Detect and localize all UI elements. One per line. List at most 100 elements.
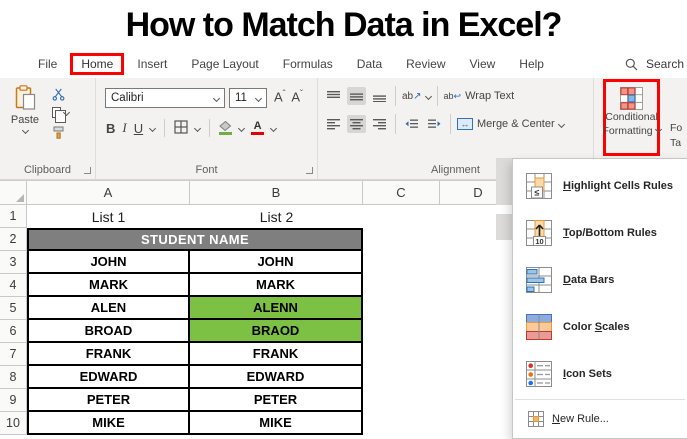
format-painter-button[interactable] xyxy=(52,126,65,139)
align-center-button[interactable] xyxy=(347,115,366,133)
merge-center-button[interactable]: Merge & Center xyxy=(477,118,555,130)
cell-a1[interactable]: List 1 xyxy=(27,205,190,228)
cell-a6[interactable]: BROAD xyxy=(27,320,190,343)
paste-label: Paste xyxy=(10,114,40,126)
menu-item-label: New Rule... xyxy=(552,412,609,425)
wrap-text-button[interactable]: Wrap Text xyxy=(465,90,514,102)
row-header-5[interactable]: 5 xyxy=(0,297,27,320)
cell-b8[interactable]: EDWARD xyxy=(190,366,363,389)
clipboard-dialog-launcher[interactable] xyxy=(84,167,91,174)
cell-a7[interactable]: FRANK xyxy=(27,343,190,366)
orientation-chevron-icon xyxy=(424,92,432,100)
search-box[interactable]: Search xyxy=(625,57,687,71)
row-header-9[interactable]: 9 xyxy=(0,389,27,412)
student-name-banner[interactable]: STUDENT NAME xyxy=(27,228,363,251)
copy-icon xyxy=(52,107,66,123)
font-name-select[interactable]: Calibri xyxy=(105,88,225,108)
borders-button[interactable] xyxy=(174,119,188,137)
menu-item-top-bottom-rules[interactable]: 10 Top/Bottom Rules xyxy=(513,209,687,256)
font-group: Calibri 11 Aˆ Aˇ B I U A Font xyxy=(96,78,318,179)
format-as-table-button-clipped[interactable]: Fo Ta xyxy=(670,121,687,151)
row-header-3[interactable]: 3 xyxy=(0,251,27,274)
column-header-c[interactable]: C xyxy=(363,181,440,204)
row-header-2[interactable]: 2 xyxy=(0,228,27,251)
conditional-formatting-label-2: Formatting xyxy=(602,124,662,138)
font-color-button[interactable]: A xyxy=(251,121,265,135)
tab-formulas[interactable]: Formulas xyxy=(283,57,333,71)
paste-button[interactable]: Paste xyxy=(5,85,45,138)
italic-button[interactable]: I xyxy=(122,120,126,136)
tab-review[interactable]: Review xyxy=(406,57,445,71)
menu-edge-artifact xyxy=(496,158,512,205)
align-right-button[interactable] xyxy=(370,115,389,133)
decrease-indent-button[interactable] xyxy=(402,115,421,133)
select-all-corner[interactable] xyxy=(0,181,27,204)
row-header-1[interactable]: 1 xyxy=(0,205,27,228)
menu-item-data-bars[interactable]: Data Bars xyxy=(513,256,687,303)
align-left-button[interactable] xyxy=(324,115,343,133)
cell-a8[interactable]: EDWARD xyxy=(27,366,190,389)
tab-insert[interactable]: Insert xyxy=(137,57,167,71)
align-bottom-button[interactable] xyxy=(370,87,389,105)
highlight-cells-rules-icon: ≤ xyxy=(526,172,552,199)
cell-b3[interactable]: JOHN xyxy=(190,251,363,274)
underline-button[interactable]: U xyxy=(134,121,143,136)
column-header-b[interactable]: B xyxy=(190,181,363,204)
cut-button[interactable] xyxy=(52,88,65,101)
row-header-6[interactable]: 6 xyxy=(0,320,27,343)
cell-b7[interactable]: FRANK xyxy=(190,343,363,366)
copy-button[interactable] xyxy=(52,107,71,123)
data-bars-icon xyxy=(526,266,552,293)
menu-item-color-scales[interactable]: Color Scales xyxy=(513,303,687,350)
tab-home[interactable]: Home xyxy=(70,53,125,75)
align-top-button[interactable] xyxy=(324,87,343,105)
icon-sets-icon xyxy=(526,360,552,387)
cell-a4[interactable]: MARK xyxy=(27,274,190,297)
cell-a5[interactable]: ALEN xyxy=(27,297,190,320)
orientation-button[interactable]: ab↗ xyxy=(402,91,422,102)
shrink-font-button[interactable]: Aˇ xyxy=(291,89,302,104)
font-dialog-launcher[interactable] xyxy=(306,167,313,174)
cell-b9[interactable]: PETER xyxy=(190,389,363,412)
cell-b4[interactable]: MARK xyxy=(190,274,363,297)
tab-help[interactable]: Help xyxy=(519,57,544,71)
menu-item-new-rule[interactable]: New Rule... xyxy=(513,402,687,435)
increase-indent-button[interactable] xyxy=(425,115,444,133)
align-middle-button[interactable] xyxy=(347,87,366,105)
menu-item-icon-sets[interactable]: Icon Sets xyxy=(513,350,687,397)
search-label: Search xyxy=(646,57,685,71)
cell-a3[interactable]: JOHN xyxy=(27,251,190,274)
conditional-formatting-button[interactable]: Conditional Formatting xyxy=(602,79,662,156)
cell-b5-highlighted[interactable]: ALENN xyxy=(190,297,363,320)
bold-button[interactable]: B xyxy=(106,121,115,136)
menu-item-label: Icon Sets xyxy=(563,367,612,380)
row-header-8[interactable]: 8 xyxy=(0,366,27,389)
scissors-icon xyxy=(52,88,65,101)
grow-font-button[interactable]: Aˆ xyxy=(274,89,285,104)
row-header-10[interactable]: 10 xyxy=(0,412,27,435)
merge-center-icon: ↔ xyxy=(457,118,473,130)
font-size-select[interactable]: 11 xyxy=(229,88,267,108)
tab-data[interactable]: Data xyxy=(357,57,382,71)
menu-edge-artifact xyxy=(496,214,512,240)
tab-page-layout[interactable]: Page Layout xyxy=(191,57,258,71)
fill-color-button[interactable] xyxy=(219,121,233,135)
menu-item-highlight-cells-rules[interactable]: ≤ Highlight Cells Rules xyxy=(513,162,687,209)
cell-b10[interactable]: MIKE xyxy=(190,412,363,435)
tab-file[interactable]: File xyxy=(38,57,57,71)
cell-b6-highlighted[interactable]: BRAOD xyxy=(190,320,363,343)
font-size-value: 11 xyxy=(235,92,247,104)
menu-item-label: Top/Bottom Rules xyxy=(563,226,657,239)
cell-a10[interactable]: MIKE xyxy=(27,412,190,435)
column-header-a[interactable]: A xyxy=(27,181,190,204)
cell-a9[interactable]: PETER xyxy=(27,389,190,412)
row-header-4[interactable]: 4 xyxy=(0,274,27,297)
fill-color-icon xyxy=(219,121,232,131)
cell-b1[interactable]: List 2 xyxy=(190,205,363,228)
align-center-icon xyxy=(350,118,363,129)
font-name-value: Calibri xyxy=(111,92,144,104)
align-bottom-icon xyxy=(373,94,386,102)
clipboard-icon xyxy=(15,85,35,110)
tab-view[interactable]: View xyxy=(470,57,496,71)
row-header-7[interactable]: 7 xyxy=(0,343,27,366)
